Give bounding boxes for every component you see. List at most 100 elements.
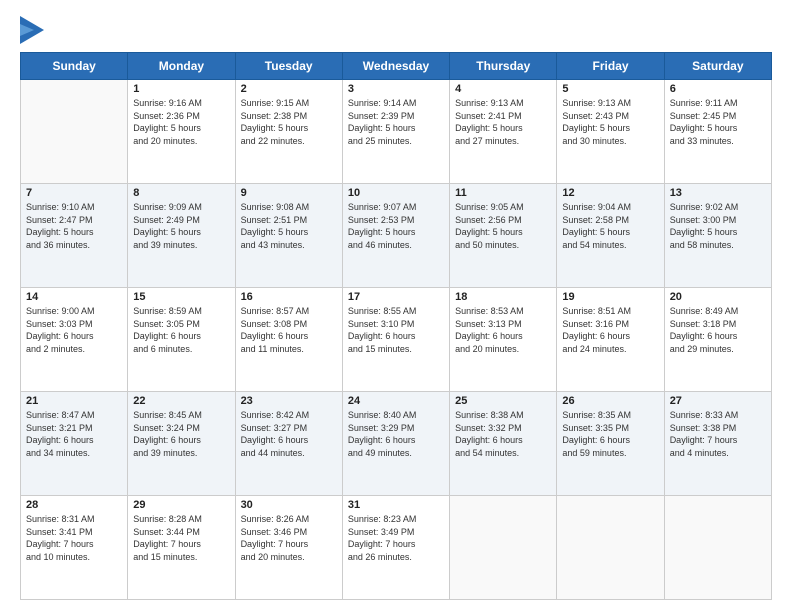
day-info: Sunrise: 8:55 AM Sunset: 3:10 PM Dayligh…: [348, 305, 444, 355]
weekday-header-row: SundayMondayTuesdayWednesdayThursdayFrid…: [21, 53, 772, 80]
calendar-cell: 27 Sunrise: 8:33 AM Sunset: 3:38 PM Dayli…: [664, 392, 771, 496]
calendar-table: SundayMondayTuesdayWednesdayThursdayFrid…: [20, 52, 772, 600]
day-number: 1: [133, 83, 229, 95]
day-info: Sunrise: 9:08 AM Sunset: 2:51 PM Dayligh…: [241, 201, 337, 251]
weekday-header-wednesday: Wednesday: [342, 53, 449, 80]
day-number: 4: [455, 83, 551, 95]
day-info: Sunrise: 8:23 AM Sunset: 3:49 PM Dayligh…: [348, 513, 444, 563]
weekday-header-saturday: Saturday: [664, 53, 771, 80]
weekday-header-monday: Monday: [128, 53, 235, 80]
day-info: Sunrise: 9:11 AM Sunset: 2:45 PM Dayligh…: [670, 97, 766, 147]
day-number: 25: [455, 395, 551, 407]
day-info: Sunrise: 8:40 AM Sunset: 3:29 PM Dayligh…: [348, 409, 444, 459]
calendar-cell: 26Sunrise: 8:35 AM Sunset: 3:35 PM Dayli…: [557, 392, 664, 496]
calendar-cell: 14 Sunrise: 9:00 AM Sunset: 3:03 PM Dayli…: [21, 288, 128, 392]
calendar-cell: [450, 496, 557, 600]
calendar-cell: 18Sunrise: 8:53 AM Sunset: 3:13 PM Dayli…: [450, 288, 557, 392]
calendar-cell: 25 Sunrise: 8:38 AM Sunset: 3:32 PM Dayli…: [450, 392, 557, 496]
day-info: Sunrise: 9:04 AM Sunset: 2:58 PM Dayligh…: [562, 201, 658, 251]
header: [20, 16, 772, 44]
day-info: Sunrise: 8:45 AM Sunset: 3:24 PM Dayligh…: [133, 409, 229, 459]
day-info: Sunrise: 9:05 AM Sunset: 2:56 PM Dayligh…: [455, 201, 551, 251]
calendar-cell: 19 Sunrise: 8:51 AM Sunset: 3:16 PM Dayli…: [557, 288, 664, 392]
weekday-header-friday: Friday: [557, 53, 664, 80]
day-number: 13: [670, 187, 766, 199]
weekday-header-thursday: Thursday: [450, 53, 557, 80]
calendar-week-row: 21 Sunrise: 8:47 AM Sunset: 3:21 PM Dayli…: [21, 392, 772, 496]
calendar-week-row: 14 Sunrise: 9:00 AM Sunset: 3:03 PM Dayli…: [21, 288, 772, 392]
calendar-cell: 1 Sunrise: 9:16 AM Sunset: 2:36 PM Daylig…: [128, 80, 235, 184]
calendar-week-row: 7Sunrise: 9:10 AM Sunset: 2:47 PM Daylig…: [21, 184, 772, 288]
day-number: 19: [562, 291, 658, 303]
day-number: 3: [348, 83, 444, 95]
day-info: Sunrise: 8:42 AM Sunset: 3:27 PM Dayligh…: [241, 409, 337, 459]
day-number: 28: [26, 499, 122, 511]
day-info: Sunrise: 9:00 AM Sunset: 3:03 PM Dayligh…: [26, 305, 122, 355]
calendar-cell: 31Sunrise: 8:23 AM Sunset: 3:49 PM Dayli…: [342, 496, 449, 600]
day-number: 26: [562, 395, 658, 407]
calendar-cell: 17 Sunrise: 8:55 AM Sunset: 3:10 PM Dayli…: [342, 288, 449, 392]
day-info: Sunrise: 8:57 AM Sunset: 3:08 PM Dayligh…: [241, 305, 337, 355]
day-info: Sunrise: 9:07 AM Sunset: 2:53 PM Dayligh…: [348, 201, 444, 251]
calendar-cell: 24 Sunrise: 8:40 AM Sunset: 3:29 PM Dayli…: [342, 392, 449, 496]
day-number: 17: [348, 291, 444, 303]
calendar-cell: 8Sunrise: 9:09 AM Sunset: 2:49 PM Daylig…: [128, 184, 235, 288]
calendar-cell: 15 Sunrise: 8:59 AM Sunset: 3:05 PM Dayli…: [128, 288, 235, 392]
day-number: 24: [348, 395, 444, 407]
calendar-week-row: 28 Sunrise: 8:31 AM Sunset: 3:41 PM Dayli…: [21, 496, 772, 600]
day-number: 2: [241, 83, 337, 95]
calendar-cell: [557, 496, 664, 600]
page: SundayMondayTuesdayWednesdayThursdayFrid…: [0, 0, 792, 612]
calendar-cell: 28 Sunrise: 8:31 AM Sunset: 3:41 PM Dayli…: [21, 496, 128, 600]
calendar-cell: 4 Sunrise: 9:13 AM Sunset: 2:41 PM Daylig…: [450, 80, 557, 184]
calendar-cell: 23 Sunrise: 8:42 AM Sunset: 3:27 PM Dayli…: [235, 392, 342, 496]
calendar-cell: [21, 80, 128, 184]
day-number: 11: [455, 187, 551, 199]
logo-icon: [20, 16, 44, 44]
calendar-cell: 6Sunrise: 9:11 AM Sunset: 2:45 PM Daylig…: [664, 80, 771, 184]
calendar-cell: 29 Sunrise: 8:28 AM Sunset: 3:44 PM Dayli…: [128, 496, 235, 600]
day-info: Sunrise: 8:33 AM Sunset: 3:38 PM Dayligh…: [670, 409, 766, 459]
day-number: 23: [241, 395, 337, 407]
day-info: Sunrise: 8:26 AM Sunset: 3:46 PM Dayligh…: [241, 513, 337, 563]
day-info: Sunrise: 8:28 AM Sunset: 3:44 PM Dayligh…: [133, 513, 229, 563]
day-number: 9: [241, 187, 337, 199]
day-number: 22: [133, 395, 229, 407]
day-info: Sunrise: 8:51 AM Sunset: 3:16 PM Dayligh…: [562, 305, 658, 355]
calendar-cell: 12 Sunrise: 9:04 AM Sunset: 2:58 PM Dayli…: [557, 184, 664, 288]
calendar-cell: 16Sunrise: 8:57 AM Sunset: 3:08 PM Dayli…: [235, 288, 342, 392]
day-number: 5: [562, 83, 658, 95]
day-number: 21: [26, 395, 122, 407]
day-number: 10: [348, 187, 444, 199]
day-info: Sunrise: 9:02 AM Sunset: 3:00 PM Dayligh…: [670, 201, 766, 251]
day-number: 27: [670, 395, 766, 407]
day-info: Sunrise: 8:31 AM Sunset: 3:41 PM Dayligh…: [26, 513, 122, 563]
calendar-week-row: 1 Sunrise: 9:16 AM Sunset: 2:36 PM Daylig…: [21, 80, 772, 184]
calendar-cell: 3 Sunrise: 9:14 AM Sunset: 2:39 PM Daylig…: [342, 80, 449, 184]
weekday-header-tuesday: Tuesday: [235, 53, 342, 80]
day-number: 29: [133, 499, 229, 511]
day-info: Sunrise: 9:13 AM Sunset: 2:41 PM Dayligh…: [455, 97, 551, 147]
calendar-cell: 10 Sunrise: 9:07 AM Sunset: 2:53 PM Dayli…: [342, 184, 449, 288]
day-number: 30: [241, 499, 337, 511]
day-info: Sunrise: 8:49 AM Sunset: 3:18 PM Dayligh…: [670, 305, 766, 355]
calendar-cell: 9 Sunrise: 9:08 AM Sunset: 2:51 PM Daylig…: [235, 184, 342, 288]
calendar-cell: 22 Sunrise: 8:45 AM Sunset: 3:24 PM Dayli…: [128, 392, 235, 496]
day-number: 14: [26, 291, 122, 303]
day-info: Sunrise: 8:47 AM Sunset: 3:21 PM Dayligh…: [26, 409, 122, 459]
day-number: 15: [133, 291, 229, 303]
day-info: Sunrise: 9:14 AM Sunset: 2:39 PM Dayligh…: [348, 97, 444, 147]
calendar-cell: 11 Sunrise: 9:05 AM Sunset: 2:56 PM Dayli…: [450, 184, 557, 288]
calendar-cell: 20 Sunrise: 8:49 AM Sunset: 3:18 PM Dayli…: [664, 288, 771, 392]
day-info: Sunrise: 8:53 AM Sunset: 3:13 PM Dayligh…: [455, 305, 551, 355]
day-info: Sunrise: 8:59 AM Sunset: 3:05 PM Dayligh…: [133, 305, 229, 355]
day-number: 8: [133, 187, 229, 199]
calendar-cell: 30 Sunrise: 8:26 AM Sunset: 3:46 PM Dayli…: [235, 496, 342, 600]
day-number: 20: [670, 291, 766, 303]
day-info: Sunrise: 8:38 AM Sunset: 3:32 PM Dayligh…: [455, 409, 551, 459]
day-info: Sunrise: 9:16 AM Sunset: 2:36 PM Dayligh…: [133, 97, 229, 147]
day-info: Sunrise: 9:15 AM Sunset: 2:38 PM Dayligh…: [241, 97, 337, 147]
logo: [20, 16, 48, 44]
calendar-cell: 13 Sunrise: 9:02 AM Sunset: 3:00 PM Dayli…: [664, 184, 771, 288]
day-number: 12: [562, 187, 658, 199]
